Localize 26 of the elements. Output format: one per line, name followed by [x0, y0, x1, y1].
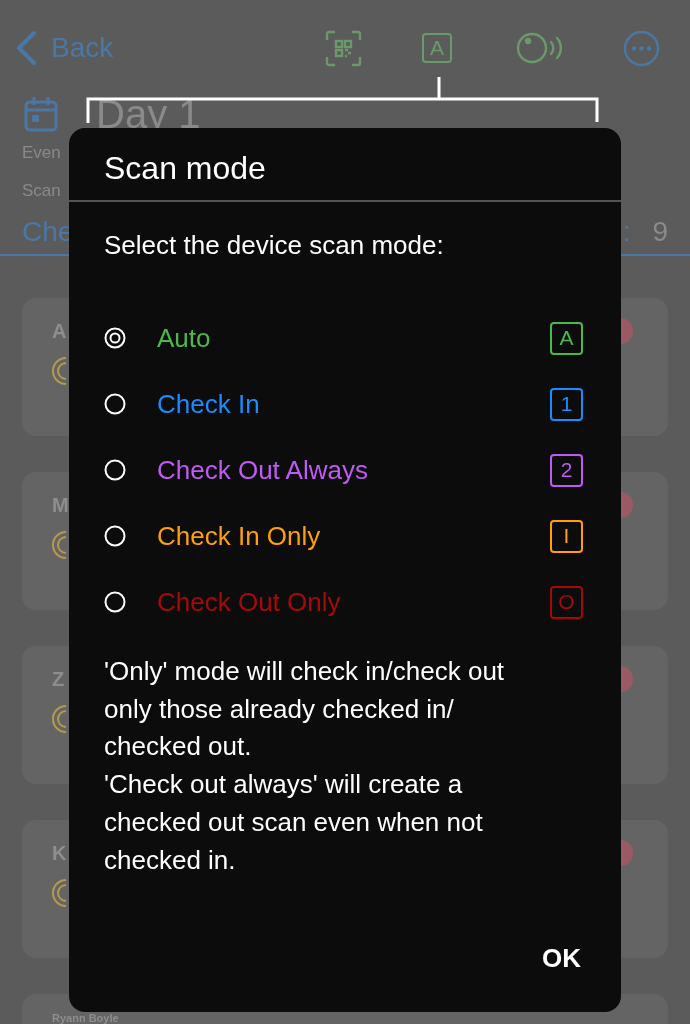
radio-button[interactable] — [104, 525, 126, 547]
status-ring-icon — [52, 531, 66, 559]
status-ring-icon — [52, 705, 66, 733]
dialog-title: Scan mode — [104, 150, 266, 186]
option-label[interactable]: Check In — [157, 388, 550, 420]
status-ring-icon — [52, 357, 66, 385]
status-ring-icon — [52, 879, 66, 907]
description-text: 'Only' mode will check in/check out only those already checked in/ checked out. — [104, 655, 506, 764]
calendar-icon — [24, 96, 58, 132]
radio-button[interactable] — [104, 393, 126, 415]
option-label[interactable]: Check Out Always — [157, 454, 550, 486]
mode-badge: O — [550, 585, 583, 619]
mode-badge: 1 — [550, 387, 583, 421]
option-label[interactable]: Check In Only — [157, 520, 550, 552]
radio-button[interactable] — [104, 327, 126, 349]
radio-button[interactable] — [104, 591, 126, 613]
option-label[interactable]: Auto — [157, 322, 550, 354]
chevron-left-icon — [15, 30, 37, 66]
mode-badge: 2 — [550, 453, 583, 487]
description-text: 'Check out always' will create a checked out scan even when not checked in. — [104, 768, 484, 877]
dialog-prompt: Select the device scan mode: — [104, 230, 444, 260]
radio-button[interactable] — [104, 459, 126, 481]
mode-badge: I — [550, 519, 583, 553]
ok-button[interactable]: OK — [542, 943, 581, 974]
mode-badge: A — [550, 321, 583, 355]
count-label: : — [622, 216, 631, 248]
